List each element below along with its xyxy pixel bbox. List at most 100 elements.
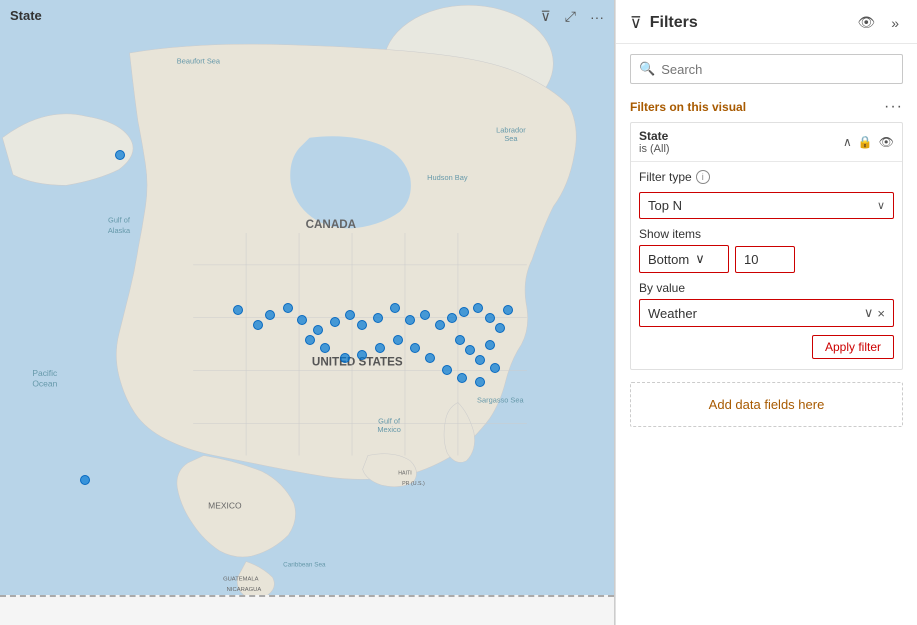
by-value-actions: ∨ ×: [864, 305, 885, 321]
filter-type-info-icon: i: [696, 170, 710, 184]
map-dot: [442, 365, 452, 375]
map-title: State: [10, 8, 42, 23]
map-filter-button[interactable]: ⊽: [537, 6, 555, 27]
apply-filter-container: Apply filter: [639, 335, 894, 359]
map-dot: [457, 373, 467, 383]
map-dot: [297, 315, 307, 325]
map-dot: [405, 315, 415, 325]
by-value-label: By value: [639, 281, 894, 295]
svg-text:MEXICO: MEXICO: [208, 500, 242, 510]
svg-text:Sargasso Sea: Sargasso Sea: [477, 396, 524, 405]
map-dot: [313, 325, 323, 335]
map-dot: [475, 355, 485, 365]
svg-text:Caribbean Sea: Caribbean Sea: [283, 562, 326, 569]
map-dot: [447, 313, 457, 323]
map-expand-button[interactable]: ⤢: [561, 6, 580, 27]
section-label: Filters on this visual ···: [616, 94, 917, 122]
show-direction-value: Bottom: [648, 252, 689, 267]
map-dot: [390, 303, 400, 313]
search-input[interactable]: [661, 62, 894, 77]
map-dot: [465, 345, 475, 355]
by-value-dropdown[interactable]: Weather ∨ ×: [639, 299, 894, 327]
svg-text:NICARAGUA: NICARAGUA: [227, 587, 262, 593]
filter-card-actions: ∧ 🔒 👁: [843, 135, 894, 149]
map-dot: [435, 320, 445, 330]
map-dot: [495, 323, 505, 333]
add-data-fields[interactable]: Add data fields here: [630, 382, 903, 427]
map-dot: [345, 310, 355, 320]
filter-type-dropdown[interactable]: Top N ∨: [639, 192, 894, 219]
svg-text:Ocean: Ocean: [32, 379, 57, 389]
filter-condition: is (All): [639, 143, 843, 155]
filters-header-actions: 👁 »: [853, 12, 903, 33]
map-bottom-area: [0, 595, 614, 625]
map-svg: CANADA UNITED STATES MEXICO Pacific Ocea…: [0, 0, 614, 625]
map-dot: [473, 303, 483, 313]
svg-text:Gulf of: Gulf of: [108, 215, 131, 224]
map-dot: [253, 320, 263, 330]
map-dot: [410, 343, 420, 353]
by-value-chevron-button[interactable]: ∨: [864, 305, 874, 321]
svg-text:Pacific: Pacific: [32, 368, 58, 378]
filter-lock-button[interactable]: 🔒: [858, 135, 873, 149]
filters-header: ⊽ Filters 👁 »: [616, 0, 917, 44]
map-more-button[interactable]: ···: [586, 6, 608, 27]
map-dot: [115, 150, 125, 160]
map-toolbar: ⊽ ⤢ ···: [537, 6, 608, 27]
map-dot: [503, 305, 513, 315]
search-icon: 🔍: [639, 61, 655, 77]
map-dot: [330, 317, 340, 327]
filter-field-name: State: [639, 129, 843, 143]
svg-text:GUATEMALA: GUATEMALA: [223, 577, 259, 583]
filter-card-body: Filter type i Top N ∨ Show items Bottom …: [631, 161, 902, 369]
filter-card-info: State is (All): [639, 129, 843, 155]
filters-forward-button[interactable]: »: [887, 12, 903, 33]
map-dot: [475, 377, 485, 387]
svg-text:Mexico: Mexico: [377, 425, 400, 434]
filter-type-value: Top N: [648, 198, 682, 213]
search-box[interactable]: 🔍: [630, 54, 903, 84]
map-dot: [425, 353, 435, 363]
filters-panel: ⊽ Filters 👁 » 🔍 Filters on this visual ·…: [615, 0, 917, 625]
filter-card-header: State is (All) ∧ 🔒 👁: [631, 123, 902, 161]
map-dot: [455, 335, 465, 345]
filter-type-label: Filter type i: [639, 170, 710, 184]
map-dot: [485, 313, 495, 323]
show-direction-dropdown[interactable]: Bottom ∨: [639, 245, 729, 273]
map-dot: [305, 335, 315, 345]
by-value-clear-button[interactable]: ×: [877, 306, 885, 321]
map-dot: [393, 335, 403, 345]
apply-filter-button[interactable]: Apply filter: [812, 335, 894, 359]
add-data-fields-label: Add data fields here: [709, 397, 825, 412]
svg-text:PR (U.S.): PR (U.S.): [402, 481, 425, 487]
show-items-label: Show items: [639, 227, 894, 241]
filter-eye-button[interactable]: 👁: [879, 135, 894, 149]
show-count-input[interactable]: 10: [735, 246, 795, 273]
map-dot: [373, 313, 383, 323]
map-dot: [490, 363, 500, 373]
filter-collapse-button[interactable]: ∧: [843, 135, 852, 149]
svg-text:Beaufort Sea: Beaufort Sea: [177, 57, 221, 66]
filter-type-row: Filter type i: [639, 170, 894, 184]
svg-text:Hudson Bay: Hudson Bay: [427, 173, 468, 182]
map-dot: [357, 350, 367, 360]
svg-text:CANADA: CANADA: [306, 218, 357, 231]
section-title: Filters on this visual: [630, 100, 746, 114]
map-dot: [420, 310, 430, 320]
map-dot: [340, 353, 350, 363]
filters-header-icon: ⊽: [630, 13, 642, 33]
by-value-text: Weather: [648, 306, 697, 321]
map-dot: [357, 320, 367, 330]
map-dot: [459, 307, 469, 317]
map-dot: [233, 305, 243, 315]
svg-text:Sea: Sea: [504, 134, 518, 143]
map-dot: [375, 343, 385, 353]
svg-text:HAITI: HAITI: [398, 471, 412, 477]
section-more-button[interactable]: ···: [884, 98, 903, 116]
map-dot: [283, 303, 293, 313]
filter-card: State is (All) ∧ 🔒 👁 Filter type i Top N…: [630, 122, 903, 370]
map-dot: [265, 310, 275, 320]
map-dot: [320, 343, 330, 353]
filters-visibility-button[interactable]: 👁: [853, 12, 879, 33]
map-panel: State ⊽ ⤢ ··· CANADA UNITED STATES: [0, 0, 615, 625]
